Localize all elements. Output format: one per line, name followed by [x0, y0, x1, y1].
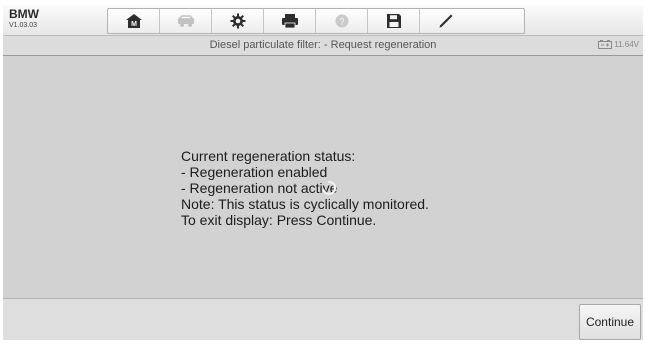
toolbar-buttons: M ?	[107, 8, 525, 34]
loading-spinner-icon	[322, 180, 337, 195]
message-line: - Regeneration not active	[181, 180, 338, 196]
message-line: Note: This status is cyclically monitore…	[181, 196, 429, 212]
brand-name: BMW	[9, 7, 39, 21]
help-button[interactable]: ?	[316, 9, 368, 33]
pen-icon	[439, 14, 453, 28]
settings-button[interactable]	[212, 9, 264, 33]
vehicle-swap-button[interactable]	[160, 9, 212, 33]
printer-icon	[281, 14, 298, 28]
continue-button[interactable]: Continue	[579, 304, 641, 340]
status-message: Current regeneration status: - Regenerat…	[181, 148, 429, 228]
battery-voltage: 11.64V	[614, 40, 639, 49]
page-title: Diesel particulate filter: - Request reg…	[209, 39, 437, 51]
message-line: To exit display: Press Continue.	[181, 212, 377, 228]
gear-icon	[230, 13, 245, 29]
save-icon	[386, 14, 401, 28]
bottom-action-bar: Continue	[3, 298, 643, 340]
svg-text:M: M	[131, 21, 137, 28]
message-line: Current regeneration status:	[181, 148, 356, 164]
top-toolbar: BMW V1.03.03 M ?	[3, 5, 643, 36]
annotate-button[interactable]	[420, 9, 472, 33]
save-button[interactable]	[368, 9, 420, 33]
home-icon: M	[125, 14, 142, 28]
software-version: V1.03.03	[9, 22, 38, 29]
function-title-bar: Diesel particulate filter: - Request reg…	[3, 36, 643, 56]
diagnostic-screen: BMW V1.03.03 M ? Diesel particulate filt…	[3, 5, 643, 340]
help-icon: ?	[335, 14, 348, 28]
home-button[interactable]: M	[108, 9, 160, 33]
vehicle-swap-icon	[176, 15, 195, 27]
svg-text:?: ?	[339, 17, 345, 27]
vehicle-brand: BMW V1.03.03	[9, 8, 39, 30]
message-line: - Regeneration enabled	[181, 164, 328, 180]
battery-status: 11.64V	[598, 40, 639, 49]
print-button[interactable]	[264, 9, 316, 33]
battery-icon	[598, 40, 613, 49]
